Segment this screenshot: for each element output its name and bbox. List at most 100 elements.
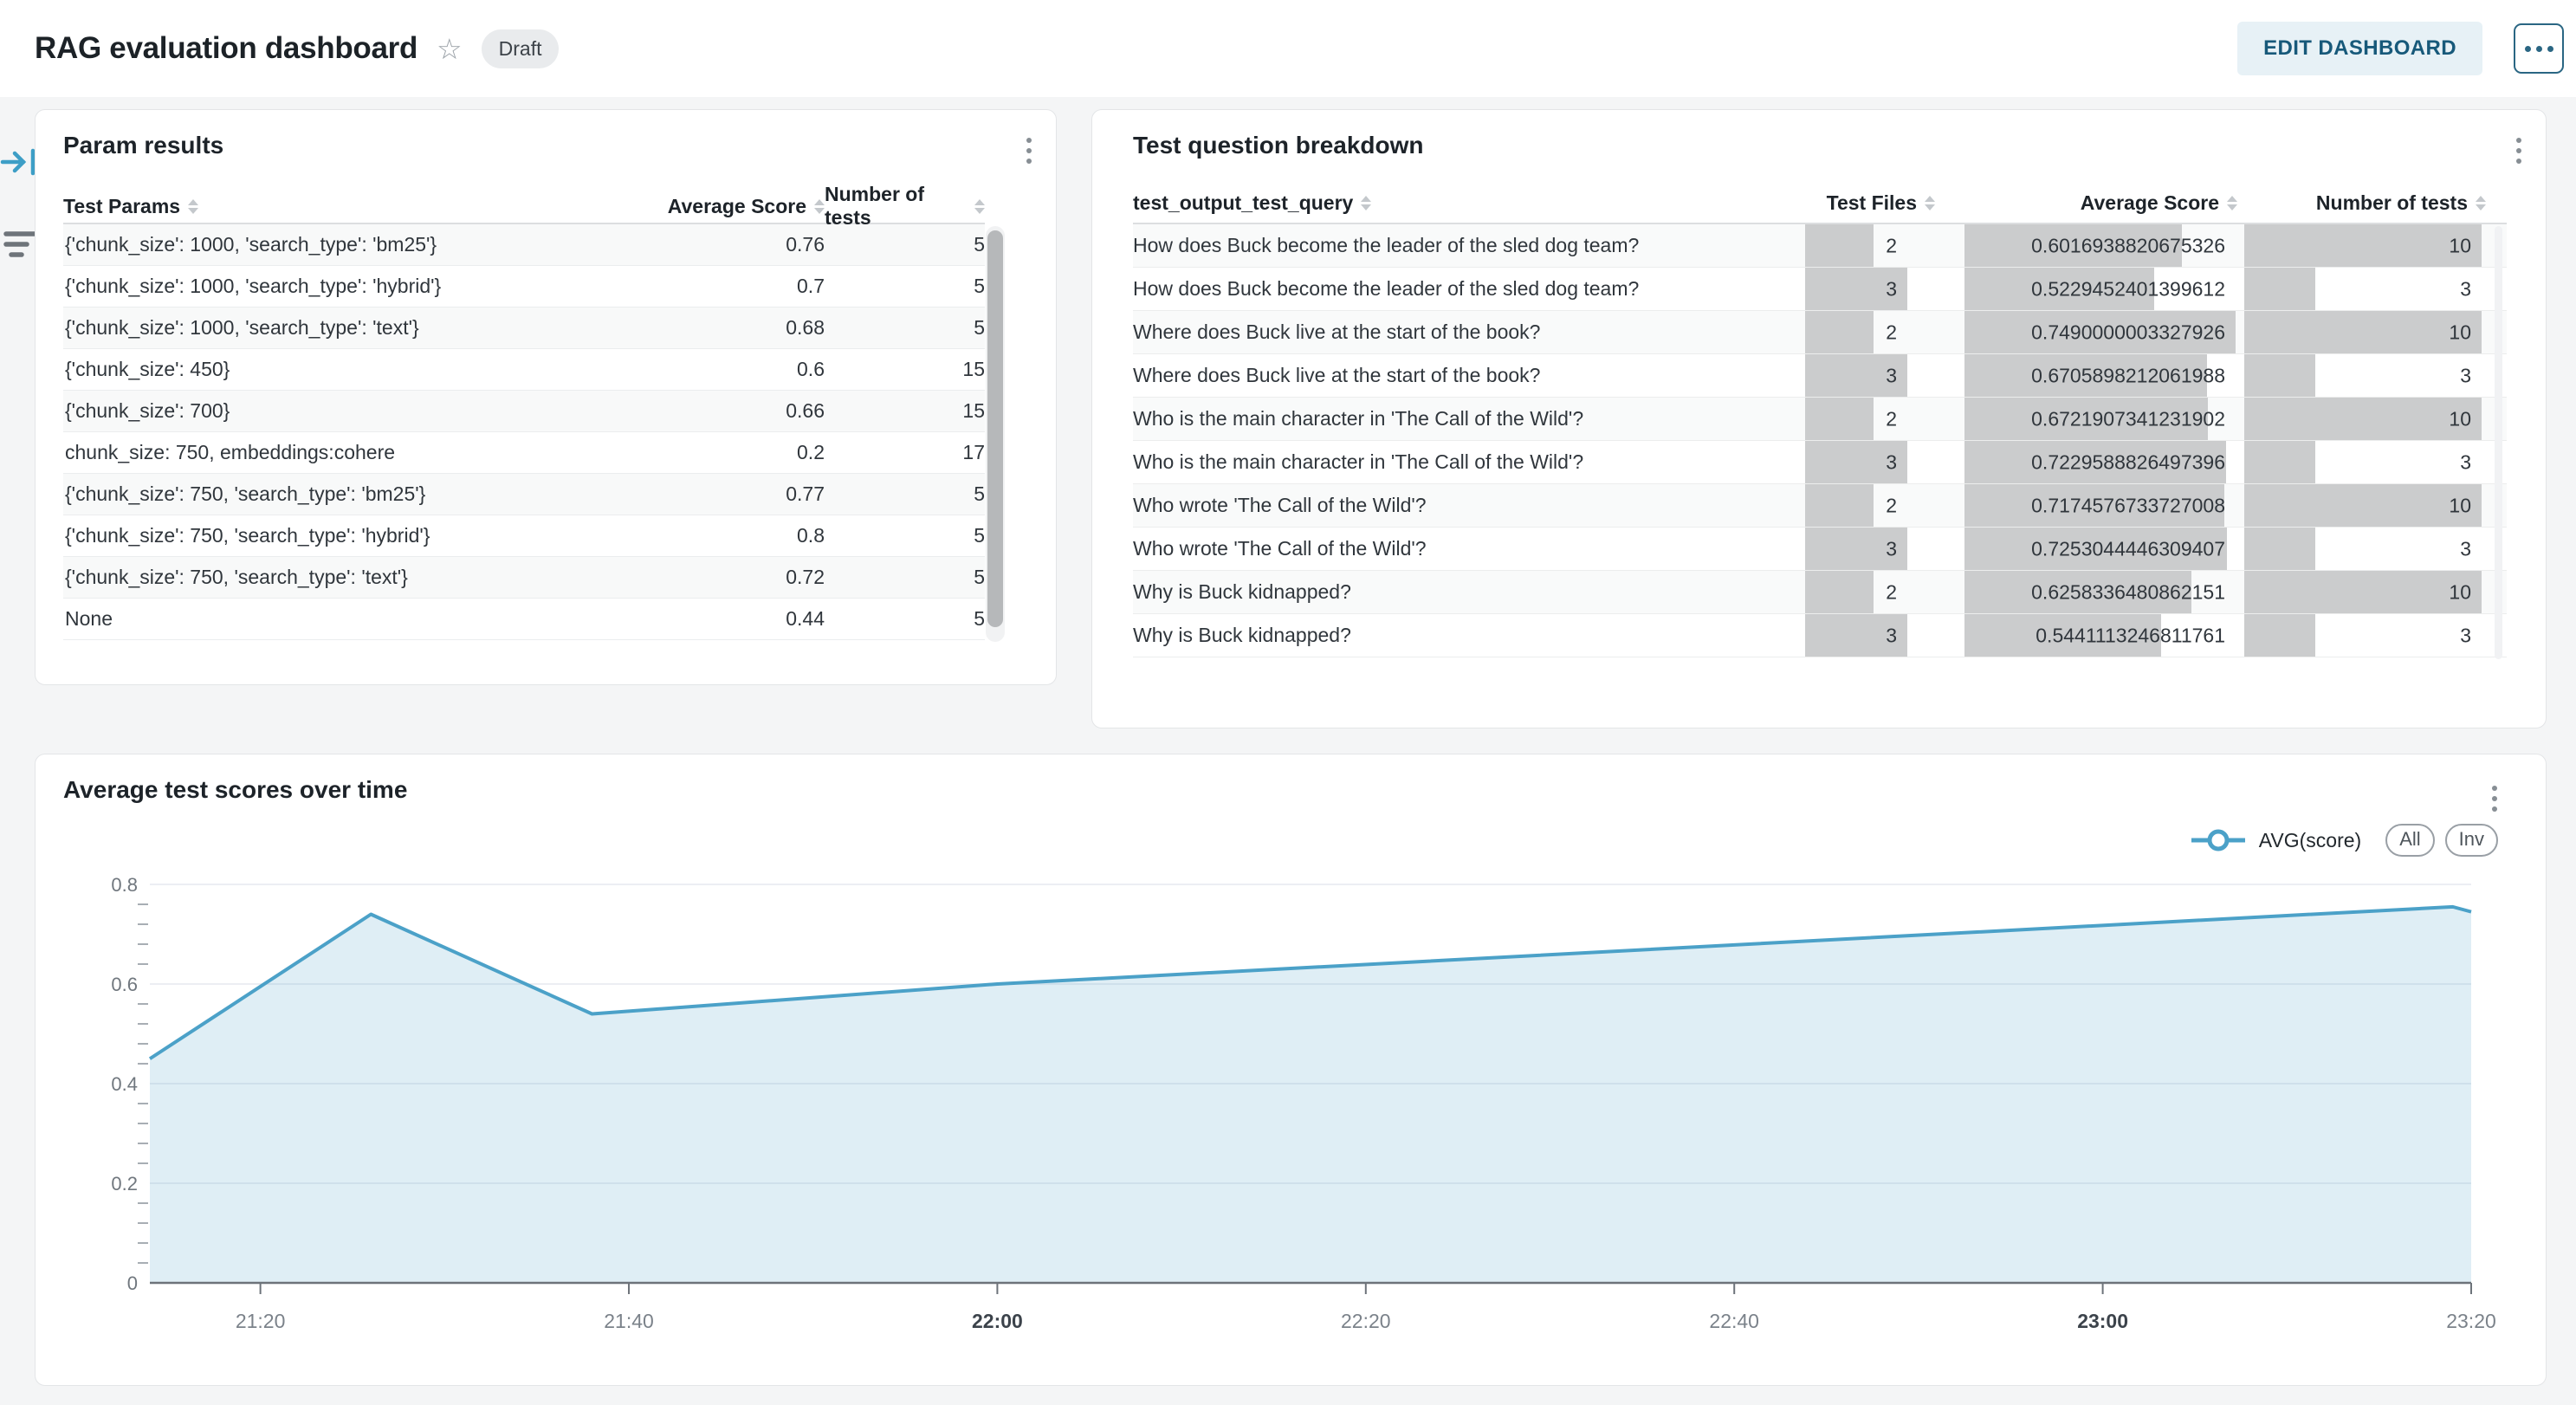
- test-files-cell: 2: [1805, 571, 1964, 613]
- average-score-cell: 0.76: [651, 233, 825, 256]
- table-row: {'chunk_size': 1000, 'search_type': 'bm2…: [63, 224, 985, 266]
- star-icon[interactable]: ☆: [437, 35, 463, 63]
- column-header[interactable]: Average Score: [1964, 191, 2237, 215]
- average-score-cell: 0.66: [651, 399, 825, 423]
- test-params-cell: None: [65, 607, 651, 631]
- value-bar: [2244, 398, 2482, 440]
- column-header[interactable]: Number of tests: [825, 183, 985, 230]
- svg-text:0.4: 0.4: [111, 1073, 138, 1095]
- average-score-cell: 0.7253044446309407: [1964, 528, 2244, 570]
- value-bar: [1805, 398, 1874, 440]
- table-row: {'chunk_size': 750, 'search_type': 'text…: [63, 557, 985, 599]
- value-bar: [1805, 571, 1874, 613]
- sort-icon[interactable]: [2476, 196, 2486, 210]
- average-score-cell: 0.5229452401399612: [1964, 268, 2244, 310]
- svg-text:23:00: 23:00: [2077, 1310, 2128, 1332]
- chart-panel: Average test scores over time AVG(score)…: [35, 754, 2547, 1386]
- scrollbar-track: [986, 226, 1005, 642]
- test-query-cell: How does Buck become the leader of the s…: [1133, 224, 1805, 267]
- column-header[interactable]: Average Score: [651, 195, 825, 218]
- average-score-cell: 0.72: [651, 566, 825, 589]
- panel-title: Param results: [63, 131, 1028, 160]
- table-header-row: test_output_test_queryTest Files Average …: [1133, 183, 2507, 223]
- edit-dashboard-button[interactable]: EDIT DASHBOARD: [2237, 22, 2482, 75]
- average-score-cell: 0.7: [651, 275, 825, 298]
- value-bar: [2244, 268, 2315, 310]
- table-row: {'chunk_size': 1000, 'search_type': 'tex…: [63, 308, 985, 349]
- number-of-tests-cell: 5: [825, 275, 985, 298]
- number-of-tests-cell: 3: [2244, 354, 2507, 397]
- number-of-tests-cell: 5: [825, 482, 985, 506]
- test-files-cell: 2: [1805, 484, 1964, 527]
- top-bar: RAG evaluation dashboard ☆ Draft EDIT DA…: [0, 0, 2576, 97]
- test-query-cell: Where does Buck live at the start of the…: [1133, 311, 1805, 353]
- average-score-cell: 0.7174576733727008: [1964, 484, 2244, 527]
- number-of-tests-cell: 3: [2244, 268, 2507, 310]
- number-of-tests-cell: 5: [825, 233, 985, 256]
- svg-text:22:40: 22:40: [1709, 1310, 1759, 1332]
- test-params-cell: {'chunk_size': 1000, 'search_type': 'bm2…: [65, 233, 651, 256]
- test-query-cell: Who wrote 'The Call of the Wild'?: [1133, 484, 1805, 527]
- number-of-tests-cell: 15: [825, 399, 985, 423]
- sort-icon[interactable]: [2227, 196, 2237, 210]
- test-params-cell: {'chunk_size': 700}: [65, 399, 651, 423]
- column-header[interactable]: Test Files: [1805, 191, 1935, 215]
- sort-icon[interactable]: [974, 199, 985, 214]
- average-score-cell: 0.2: [651, 441, 825, 464]
- table-row: chunk_size: 750, embeddings:cohere0.217: [63, 432, 985, 474]
- value-bar: [2244, 484, 2482, 527]
- scrollbar-thumb[interactable]: [987, 230, 1003, 627]
- test-query-cell: Who is the main character in 'The Call o…: [1133, 441, 1805, 483]
- sort-icon[interactable]: [1925, 196, 1935, 210]
- value-bar: [2244, 571, 2482, 613]
- breakdown-table: test_output_test_queryTest Files Average …: [1133, 183, 2507, 657]
- svg-text:21:40: 21:40: [604, 1310, 654, 1332]
- test-files-cell: 3: [1805, 268, 1964, 310]
- test-params-cell: {'chunk_size': 1000, 'search_type': 'hyb…: [65, 275, 651, 298]
- column-header[interactable]: Test Params: [63, 195, 651, 218]
- test-query-cell: Who wrote 'The Call of the Wild'?: [1133, 528, 1805, 570]
- sort-icon[interactable]: [1361, 196, 1371, 210]
- param-results-panel: Param results Test ParamsAverage ScoreNu…: [35, 109, 1057, 685]
- table-row: Why is Buck kidnapped?20.625833648086215…: [1133, 571, 2507, 614]
- test-params-cell: {'chunk_size': 750, 'search_type': 'hybr…: [65, 524, 651, 547]
- kebab-menu-icon[interactable]: [1023, 134, 1035, 167]
- more-menu-button[interactable]: [2514, 23, 2564, 74]
- average-score-cell: 0.8: [651, 524, 825, 547]
- number-of-tests-cell: 15: [825, 358, 985, 381]
- test-question-breakdown-panel: Test question breakdown test_output_test…: [1091, 109, 2547, 728]
- average-score-cell: 0.6016938820675326: [1964, 224, 2244, 267]
- kebab-menu-icon[interactable]: [2513, 134, 2525, 167]
- table-row: {'chunk_size': 450}0.615: [63, 349, 985, 391]
- average-score-cell: 0.68: [651, 316, 825, 340]
- value-bar: [2244, 224, 2482, 267]
- svg-text:0.2: 0.2: [111, 1173, 138, 1195]
- sort-icon[interactable]: [814, 199, 825, 214]
- number-of-tests-cell: 3: [2244, 441, 2507, 483]
- test-params-cell: chunk_size: 750, embeddings:cohere: [65, 441, 651, 464]
- test-params-cell: {'chunk_size': 750, 'search_type': 'bm25…: [65, 482, 651, 506]
- table-row: {'chunk_size': 750, 'search_type': 'hybr…: [63, 515, 985, 557]
- column-header[interactable]: Number of tests: [2244, 191, 2486, 215]
- test-params-cell: {'chunk_size': 450}: [65, 358, 651, 381]
- test-files-cell: 3: [1805, 614, 1964, 657]
- sort-icon[interactable]: [188, 199, 198, 214]
- value-bar: [2244, 614, 2315, 657]
- test-files-cell: 3: [1805, 528, 1964, 570]
- average-score-cell: 0.7229588826497396: [1964, 441, 2244, 483]
- table-row: Who is the main character in 'The Call o…: [1133, 441, 2507, 484]
- table-row: None0.445: [63, 599, 985, 640]
- table-row: Who is the main character in 'The Call o…: [1133, 398, 2507, 441]
- table-row: {'chunk_size': 700}0.6615: [63, 391, 985, 432]
- number-of-tests-cell: 10: [2244, 224, 2507, 267]
- table-row: Where does Buck live at the start of the…: [1133, 354, 2507, 398]
- column-header[interactable]: test_output_test_query: [1133, 191, 1805, 215]
- value-bar: [2244, 311, 2482, 353]
- test-files-cell: 3: [1805, 441, 1964, 483]
- svg-text:0: 0: [127, 1272, 138, 1294]
- value-bar: [1805, 224, 1874, 267]
- number-of-tests-cell: 17: [825, 441, 985, 464]
- average-score-cell: 0.5441113246811761: [1964, 614, 2244, 657]
- test-query-cell: Who is the main character in 'The Call o…: [1133, 398, 1805, 440]
- test-files-cell: 3: [1805, 354, 1964, 397]
